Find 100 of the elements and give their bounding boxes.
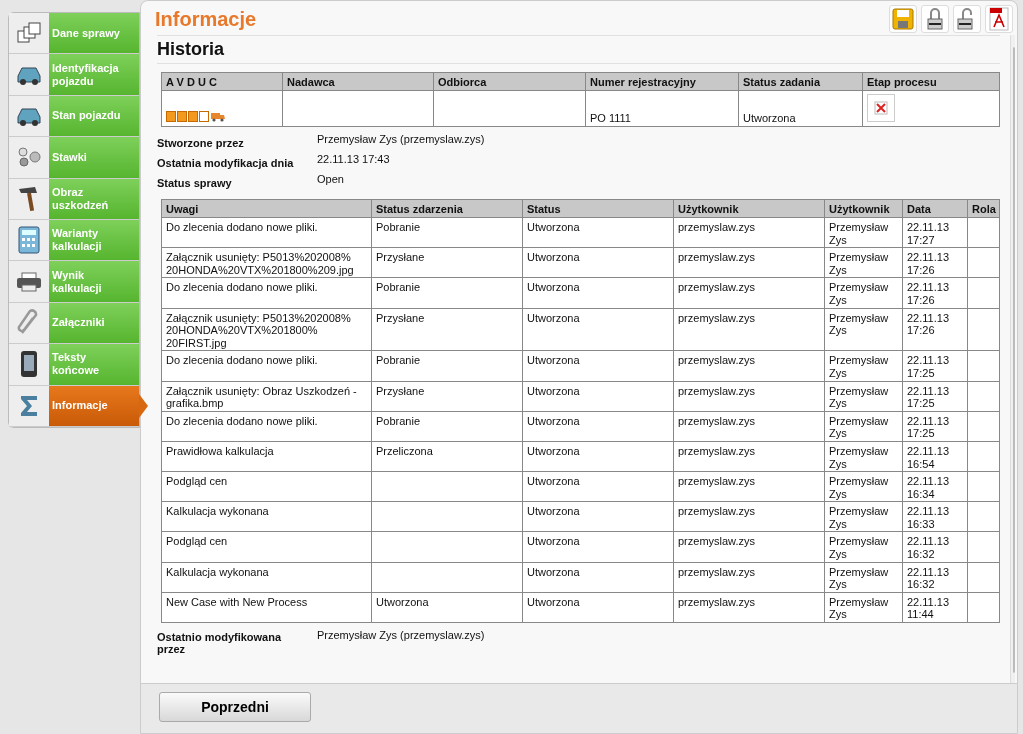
cubes-icon: [16, 21, 42, 46]
table-cell: 22.11.13 17:26: [907, 281, 949, 306]
table-cell: Utworzona: [738, 90, 863, 127]
pdf-icon[interactable]: [985, 5, 1013, 33]
table-cell: Prawidłowa kalkulacja: [166, 444, 274, 457]
table-cell: Utworzona: [527, 505, 580, 518]
table-cell: 22.11.13 16:32: [907, 565, 949, 591]
table-cell: Przemysław Zys: [829, 251, 889, 276]
table-cell: 22.11.13 16:34: [907, 475, 949, 500]
table-cell: Przemysław Zys: [829, 281, 889, 306]
table-cell: przemyslaw.zys: [678, 311, 756, 324]
back-button[interactable]: Poprzedni: [159, 692, 311, 722]
table-cell: Przemysław Zys: [829, 565, 889, 591]
table-cell: Przemysław Zys: [829, 595, 889, 621]
table-cell: przemyslaw.zys: [678, 505, 756, 518]
table-cell: Pobranie: [376, 414, 421, 427]
table-cell: Podgląd cen: [166, 535, 228, 548]
column-header: Etap procesu: [862, 72, 1000, 91]
table-cell: przemyslaw.zys: [678, 565, 756, 578]
table-cell: Utworzona: [527, 311, 580, 324]
table-cell: przemyslaw.zys: [678, 384, 756, 397]
table-cell: Przemysław Zys: [829, 354, 889, 379]
table-cell: przemyslaw.zys: [678, 444, 756, 457]
table-cell: Utworzona: [527, 414, 580, 427]
column-header: Uwagi: [161, 199, 372, 218]
table-cell: PO 1111: [585, 90, 739, 127]
scrollbar[interactable]: [1010, 35, 1015, 683]
table-cell: Kalkulacja wykonana: [166, 505, 269, 518]
table-cell: 22.11.13 17:25: [907, 354, 949, 379]
table-cell: Przemysław Zys: [829, 444, 889, 470]
table-cell: 22.11.13 17:26: [907, 311, 949, 337]
table-cell: Utworzona: [527, 444, 580, 457]
table-cell: Przemysław Zys: [829, 311, 889, 337]
column-header: Rola: [967, 199, 1000, 218]
table-cell: Przysłane: [376, 251, 425, 264]
column-header: Status: [522, 199, 674, 218]
column-header: Odbiorca: [433, 72, 586, 91]
detail-value: Przemysław Zys (przemyslaw.zys): [317, 629, 485, 644]
table-cell: Pobranie: [376, 354, 421, 367]
detail-label: Ostatnio modyfikowana przez: [157, 630, 282, 656]
table-cell: Przemysław Zys: [829, 475, 889, 500]
table-cell: 22.11.13 16:32: [907, 535, 949, 561]
column-header: Data: [902, 199, 968, 218]
table-cell: Załącznik usunięty: Obraz Uszkodzeń - grafika.bmp: [166, 384, 357, 410]
broken-image-icon: [867, 94, 895, 122]
table-cell: Pobranie: [376, 221, 421, 233]
table-cell: Przemysław Zys: [829, 221, 889, 246]
table-cell: 22.11.13 17:27: [907, 221, 949, 246]
table-cell: przemyslaw.zys: [678, 475, 756, 488]
table-cell: Utworzona: [527, 221, 580, 233]
detail-value: Przemysław Zys (przemyslaw.zys): [317, 133, 485, 147]
circles-icon: [16, 146, 42, 169]
table-cell: Załącznik usunięty: P5013%202008% 20HONDA%20VTX%201800%209.jpg: [166, 251, 354, 276]
table-cell: przemyslaw.zys: [678, 354, 756, 367]
column-header: A V D U C: [161, 72, 283, 91]
detail-value: 22.11.13 17:43: [317, 153, 390, 167]
table-cell: przemyslaw.zys: [678, 221, 756, 233]
table-cell: 22.11.13 17:25: [907, 384, 949, 410]
table-cell: New Case with New Process: [166, 595, 308, 608]
lock-icon[interactable]: [921, 5, 949, 33]
table-cell: Utworzona: [527, 535, 580, 548]
save-icon[interactable]: [889, 5, 917, 33]
table-cell: 22.11.13 16:54: [907, 444, 949, 470]
table-cell: 22.11.13 16:33: [907, 505, 949, 530]
detail-label: Ostatnia modyfikacja dnia: [157, 156, 295, 171]
table-cell: Utworzona: [527, 251, 580, 264]
table-cell: Przysłane: [376, 384, 425, 397]
column-header: Status zdarzenia: [371, 199, 523, 218]
table-cell: 22.11.13 17:25: [907, 414, 949, 440]
phone-icon: [20, 350, 38, 379]
table-cell: Utworzona: [527, 384, 580, 397]
calculator-icon: [18, 226, 40, 255]
truck-icon: [210, 110, 226, 123]
table-cell: Utworzona: [527, 281, 580, 294]
table-cell: Przemysław Zys: [829, 384, 889, 410]
table-cell: Przemysław Zys: [829, 414, 889, 440]
printer-icon: [16, 271, 42, 292]
table-cell: Kalkulacja wykonana: [166, 565, 269, 578]
table-cell: Utworzona: [527, 565, 580, 578]
column-header: Numer rejestracyjny: [585, 72, 739, 91]
table-cell: Przysłane: [376, 311, 425, 324]
table-cell: przemyslaw.zys: [678, 281, 756, 294]
table-cell: Przemysław Zys: [829, 535, 889, 561]
table-cell: przemyslaw.zys: [678, 251, 756, 264]
detail-value: Open: [317, 173, 344, 187]
column-header: Status zadania: [738, 72, 863, 91]
column-header: Użytkownik: [673, 199, 825, 218]
table-cell: Pobranie: [376, 281, 421, 294]
table-cell: Do zlecenia dodano nowe pliki.: [166, 221, 318, 233]
table-cell: Podgląd cen: [166, 475, 228, 488]
table-cell: Utworzona: [376, 595, 429, 608]
table-cell: Utworzona: [527, 595, 580, 608]
unlock-icon[interactable]: [953, 5, 981, 33]
column-header: Nadawca: [282, 72, 434, 91]
table-cell: Utworzona: [527, 354, 580, 367]
table-cell: przemyslaw.zys: [678, 535, 756, 548]
table-cell: Przeliczona: [376, 444, 433, 457]
table-cell: Do zlecenia dodano nowe pliki.: [166, 354, 318, 367]
table-cell: Przemysław Zys: [829, 505, 889, 530]
table-cell: Załącznik usunięty: P5013%202008% 20HONDA%20VTX%201800% 20FIRST.jpg: [166, 311, 351, 349]
